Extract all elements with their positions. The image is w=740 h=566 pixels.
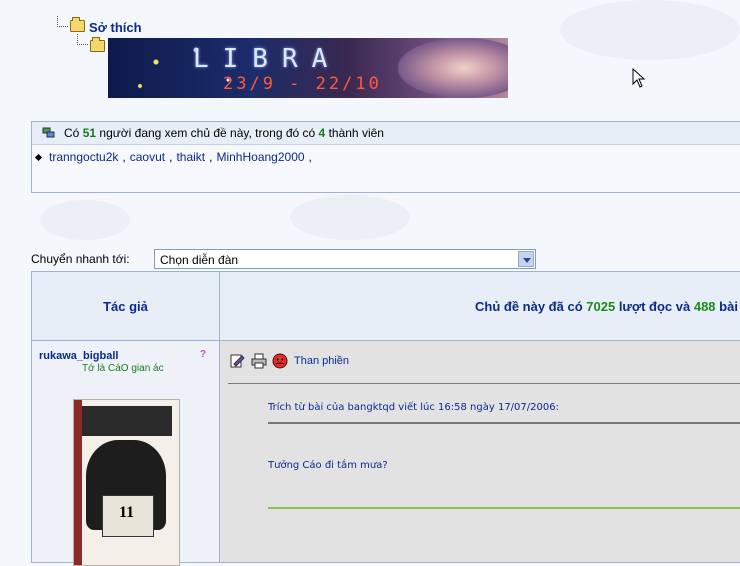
- views-count: 7025: [586, 299, 616, 314]
- online-user-link[interactable]: MinhHoang2000: [216, 150, 304, 164]
- folder-icon[interactable]: [90, 37, 105, 52]
- online-members-count: 4: [318, 126, 326, 140]
- forum-jump-selected: Chọn diễn đàn: [160, 253, 239, 267]
- replies-count: 488: [693, 299, 716, 314]
- online-suffix: thành viên: [328, 126, 384, 140]
- post-author-title: Tớ là CáO gian ác: [82, 363, 164, 374]
- jump-label: Chuyển nhanh tới:: [31, 252, 130, 266]
- quote-divider: [268, 422, 740, 424]
- avatar-jersey-number: 11: [119, 504, 135, 521]
- topic-stats-text: Chủ đề này đã có 7025 lượt đọc và 488 bà…: [475, 299, 738, 314]
- avatar-jersey: 11: [102, 495, 154, 537]
- topic-stats-suffix: bài: [719, 299, 738, 314]
- libra-banner: LIBRA 23/9 - 22/10: [108, 38, 508, 98]
- author-panel: rukawa_bigball ? Tớ là CáO gian ác 11: [32, 341, 220, 566]
- online-user-list: tranngoctu2k, caovut, thaikt, MinhHoang2…: [32, 145, 740, 164]
- help-icon[interactable]: ?: [200, 349, 206, 360]
- edit-icon[interactable]: [230, 353, 246, 369]
- topic-stats-mid: lượt đọc và: [618, 299, 691, 314]
- complain-link[interactable]: Than phiền: [294, 355, 349, 367]
- online-count: 51: [82, 126, 97, 140]
- users-icon: [42, 127, 56, 139]
- post-body: Than phiền Trích từ bài của bangktqd viế…: [220, 341, 740, 562]
- online-user-link[interactable]: tranngoctu2k: [49, 150, 118, 164]
- online-middle: người đang xem chủ đề này, trong đó có: [99, 126, 316, 140]
- tree-line: [57, 16, 68, 27]
- background-decoration: [40, 200, 130, 240]
- banner-date: 23/9 - 22/10: [223, 74, 382, 94]
- quote-header: Trích từ bài của bangktqd viết lúc 16:58…: [268, 402, 559, 413]
- avatar-header-art: [82, 406, 172, 436]
- online-user-link[interactable]: caovut: [130, 150, 165, 164]
- tree-line: [77, 34, 88, 45]
- topic-stats-header: Chủ đề này đã có 7025 lượt đọc và 488 bà…: [220, 272, 740, 341]
- banner-title: LIBRA: [193, 44, 342, 74]
- online-users-box: Có 51 người đang xem chủ đề này, trong đ…: [31, 121, 740, 193]
- print-icon[interactable]: [251, 353, 267, 369]
- author-column-header: Tác giả: [32, 272, 220, 341]
- online-users-header: Có 51 người đang xem chủ đề này, trong đ…: [32, 122, 740, 145]
- background-decoration: [560, 0, 740, 60]
- dropdown-arrow-icon[interactable]: [518, 251, 534, 267]
- quote-end-divider: [268, 507, 740, 509]
- background-decoration: [290, 195, 410, 240]
- online-user-link[interactable]: thaikt: [176, 150, 205, 164]
- quote-text: Tưởng Cáo đi tắm mưa?: [268, 460, 388, 471]
- online-prefix: Có: [64, 126, 80, 140]
- breadcrumb-link[interactable]: Sở thích: [89, 20, 142, 35]
- post-table: Tác giả Chủ đề này đã có 7025 lượt đọc v…: [31, 271, 740, 566]
- avatar: 11: [73, 399, 180, 566]
- topic-stats-prefix: Chủ đề này đã có: [475, 299, 583, 314]
- complain-icon[interactable]: [272, 353, 288, 369]
- divider: [228, 383, 740, 384]
- forum-jump-select[interactable]: Chọn diễn đàn: [154, 249, 536, 269]
- post-author-name[interactable]: rukawa_bigball: [39, 350, 118, 362]
- bullet-icon: [34, 153, 43, 161]
- banner-face-art: [398, 38, 508, 98]
- avatar-border-strip: [74, 400, 82, 565]
- folder-icon: [70, 17, 85, 32]
- post-toolbar: Than phiền: [230, 353, 349, 369]
